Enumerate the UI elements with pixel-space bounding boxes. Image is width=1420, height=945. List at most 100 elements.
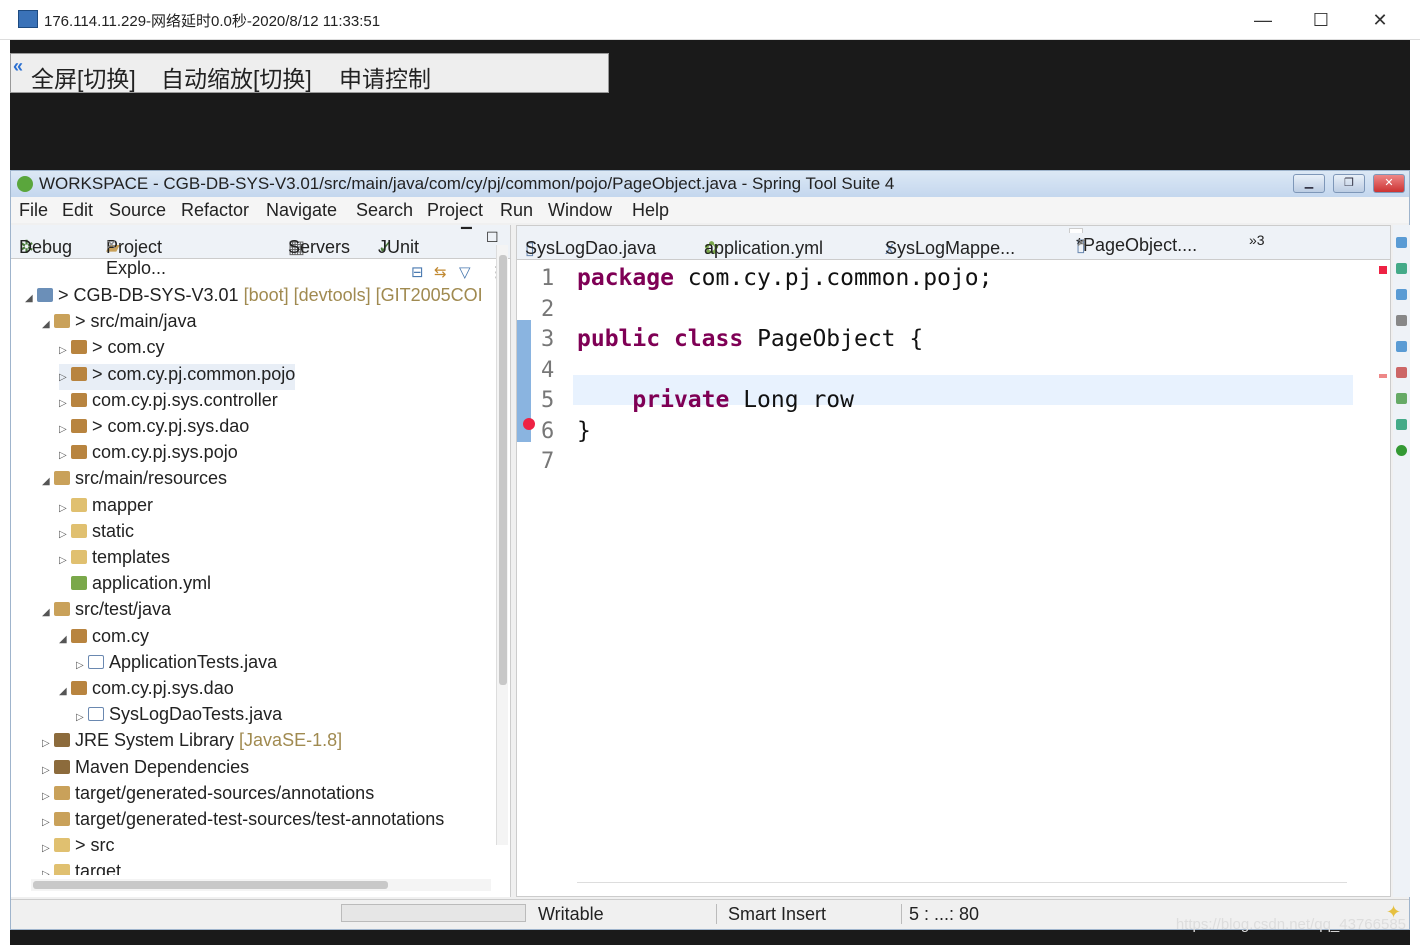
sts-close-icon[interactable]: ✕ <box>1373 174 1405 193</box>
boot-dashboard-icon[interactable] <box>1396 419 1407 430</box>
expand-arrow-icon[interactable]: ▷ <box>59 450 71 461</box>
tree-item[interactable]: ▷ com.cy.pj.sys.controller <box>59 390 278 416</box>
tree-item[interactable]: ▷ SysLogDaoTests.java <box>76 704 282 730</box>
tree-vertical-scrollbar[interactable] <box>496 245 508 845</box>
editor-horizontal-scrollbar[interactable] <box>577 882 1347 892</box>
sts-restore-icon[interactable]: ❐ <box>1333 174 1365 193</box>
expand-arrow-icon[interactable]: ▷ <box>59 372 71 383</box>
code-keyword: private <box>632 387 730 413</box>
tree-item[interactable]: ▷ ApplicationTests.java <box>76 652 277 678</box>
tree-item[interactable]: ▷ target/generated-test-sources/test-anno… <box>42 809 444 835</box>
spring-icon[interactable] <box>1396 445 1407 456</box>
expand-arrow-icon[interactable]: ◢ <box>59 634 71 645</box>
tree-item[interactable]: ▷ > com.cy.pj.common.pojo <box>59 363 296 390</box>
expand-arrow-icon[interactable]: ◢ <box>59 686 71 697</box>
tree-item[interactable]: ◢ com.cy.pj.sys.dao <box>59 678 234 704</box>
menu-project[interactable]: Project <box>427 200 483 221</box>
expand-arrow-icon[interactable]: ◢ <box>42 607 54 618</box>
expand-arrow-icon[interactable]: ◢ <box>42 476 54 487</box>
menu-navigate[interactable]: Navigate <box>266 200 337 221</box>
tree-item[interactable]: ◢ src/test/java <box>42 599 171 625</box>
code-text: } <box>577 417 591 444</box>
tree-item[interactable]: ◢ > src/main/java <box>42 311 197 337</box>
tree-item[interactable]: ▷ > com.cy.pj.sys.dao <box>59 416 249 442</box>
problems-icon[interactable] <box>1396 367 1407 378</box>
tree-item[interactable]: ▷ target/generated-sources/annotations <box>42 783 374 809</box>
expand-arrow-icon[interactable]: ▷ <box>59 424 71 435</box>
tree-item[interactable]: ▷ com.cy.pj.sys.pojo <box>59 442 238 468</box>
expand-arrow-icon[interactable]: ▷ <box>76 712 88 723</box>
code-line[interactable]: public class PageObject { <box>577 326 923 352</box>
tree-item[interactable]: ▷ > com.cy <box>59 337 165 363</box>
breakpoints-icon[interactable] <box>1396 289 1407 300</box>
code-line[interactable]: } <box>577 418 591 444</box>
close-tab-icon[interactable]: ✕ <box>1076 235 1087 251</box>
console-icon[interactable] <box>1396 393 1407 404</box>
variables-icon[interactable] <box>1396 263 1407 274</box>
expand-arrow-icon[interactable]: ◢ <box>42 319 54 330</box>
code-line[interactable]: private Long row <box>577 387 854 413</box>
expand-arrow-icon[interactable]: ▷ <box>59 555 71 566</box>
close-tab-icon[interactable]: ✕ <box>106 237 117 253</box>
tab-pageobject-java[interactable]: ▯ *PageObject.... ✕ <box>1069 228 1197 255</box>
menu-search[interactable]: Search <box>356 200 413 221</box>
expand-arrow-icon[interactable]: ▷ <box>42 869 54 875</box>
expand-arrow-icon[interactable]: ▷ <box>59 529 71 540</box>
maximize-icon[interactable]: ☐ <box>1303 6 1339 34</box>
expand-arrow-icon[interactable]: ▷ <box>42 791 54 802</box>
collapse-icon[interactable]: « <box>13 56 23 77</box>
tree-item-label: com.cy.pj.sys.controller <box>92 389 278 410</box>
tree-item[interactable]: ▷ JRE System Library [JavaSE-1.8] <box>42 730 342 756</box>
tree-item[interactable]: ▷ mapper <box>59 495 153 521</box>
overflow-tabs[interactable]: »3 <box>1249 232 1265 248</box>
fullscreen-toggle[interactable]: 全屏[切换] <box>31 60 136 94</box>
expand-arrow-icon[interactable]: ▷ <box>42 843 54 854</box>
tree-item[interactable]: ◢ > CGB-DB-SYS-V3.01 [boot] [devtools] [G… <box>25 285 483 311</box>
menu-file[interactable]: File <box>19 200 48 221</box>
expressions-icon[interactable] <box>1396 315 1407 326</box>
tree-item[interactable]: ▷ target <box>42 861 121 875</box>
link-editor-icon[interactable]: ⇆ <box>434 263 447 281</box>
view-maximize-icon[interactable]: ☐ <box>486 229 499 246</box>
expand-arrow-icon[interactable]: ▷ <box>42 817 54 828</box>
expand-arrow-icon[interactable]: ▷ <box>59 398 71 409</box>
status-cursor-position: 5 : ...: 80 <box>909 904 980 924</box>
view-minimize-icon[interactable]: ▔ <box>461 227 472 244</box>
minimize-icon[interactable]: — <box>1245 6 1281 34</box>
expand-arrow-icon[interactable]: ▷ <box>59 345 71 356</box>
pkg-icon <box>71 366 87 381</box>
tree-item[interactable]: ▷ > src <box>42 835 115 861</box>
tree-item[interactable]: ▷ static <box>59 521 134 547</box>
code-line[interactable]: package com.cy.pj.common.pojo; <box>577 265 992 291</box>
menu-edit[interactable]: Edit <box>62 200 93 221</box>
tree-item[interactable]: ◢ com.cy <box>59 626 149 652</box>
request-control-button[interactable]: 申请控制 <box>339 60 431 94</box>
tree-horizontal-scrollbar[interactable] <box>31 879 491 891</box>
collapse-all-icon[interactable]: ⊟ <box>411 263 424 281</box>
expand-arrow-icon[interactable]: ▷ <box>42 738 54 749</box>
menu-window[interactable]: Window <box>548 200 612 221</box>
overview-line-marker[interactable] <box>1379 374 1387 378</box>
menu-source[interactable]: Source <box>109 200 166 221</box>
sts-minimize-icon[interactable]: ▁ <box>1293 174 1325 193</box>
tree-item[interactable]: ◢ src/main/resources <box>42 468 227 494</box>
tasks-icon[interactable] <box>1396 341 1407 352</box>
tree-item[interactable]: ▷ Maven Dependencies <box>42 757 249 783</box>
close-icon[interactable]: ✕ <box>1362 6 1398 34</box>
expand-arrow-icon[interactable]: ▷ <box>42 765 54 776</box>
tree-item[interactable]: application.yml <box>59 573 211 599</box>
menu-refactor[interactable]: Refactor <box>181 200 249 221</box>
tree-item-label: SysLogDaoTests.java <box>109 704 283 725</box>
outline-icon[interactable] <box>1396 237 1407 248</box>
expand-arrow-icon[interactable]: ▷ <box>59 503 71 514</box>
overview-error-marker[interactable] <box>1379 266 1387 274</box>
menu-help[interactable]: Help <box>632 200 669 221</box>
expand-arrow-icon[interactable]: ▷ <box>76 660 88 671</box>
fold-icon <box>54 864 70 875</box>
filter-icon[interactable]: ▽ <box>459 263 471 281</box>
menu-run[interactable]: Run <box>500 200 533 221</box>
tree-item[interactable]: ▷ templates <box>59 547 170 573</box>
autoscale-toggle[interactable]: 自动缩放[切换] <box>161 60 312 94</box>
error-icon[interactable] <box>523 418 535 430</box>
expand-arrow-icon[interactable]: ◢ <box>25 293 37 304</box>
